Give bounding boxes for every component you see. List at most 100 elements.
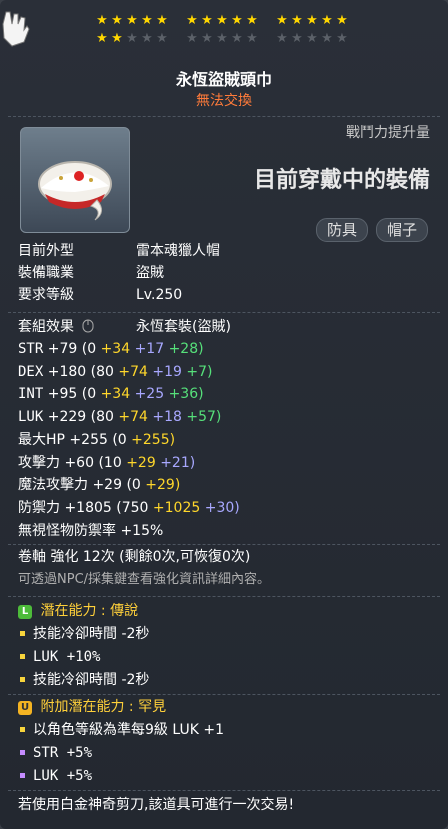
- star-filled-icon: ★: [141, 13, 154, 28]
- star-empty-icon: ★: [291, 31, 304, 46]
- scroll-hint: 可透過NPC/採集鍵查看強化資訊詳細內容。: [18, 572, 271, 587]
- stat-name: 防禦力: [18, 499, 60, 516]
- item-tooltip: ★ ★ ★ ★ ★ ★ ★ ★ ★ ★ ★ ★ ★ ★ ★ ★ ★ ★ ★ ★ ★ ★ ★ ★ ★ ★ ★ ★ ★ ★ 永恆盜賊頭巾 無…: [0, 0, 448, 829]
- stat-scroll: +29): [145, 477, 181, 494]
- star-empty-icon: ★: [141, 31, 154, 46]
- bullet-icon: [20, 749, 25, 755]
- combat-power-label: 戰鬥力提升量: [346, 125, 430, 141]
- stat-row: 無視怪物防禦率 +15%: [18, 522, 163, 540]
- stat-total: +180: [43, 363, 91, 380]
- info-value: Lv.250: [136, 287, 183, 303]
- hand-cursor-icon: [2, 11, 30, 47]
- star-filled-icon: ★: [156, 13, 169, 28]
- potential-title-row: L 潛在能力 : 傳說: [18, 602, 138, 620]
- stat-name: 最大HP: [18, 431, 65, 448]
- stat-row: 攻擊力 +60 (10 +29 +21): [18, 454, 195, 472]
- stat-base: (750: [116, 499, 153, 516]
- bullet-icon: [20, 772, 25, 778]
- stat-enhance: +19: [152, 363, 187, 380]
- stat-row: 防禦力 +1805 (750 +1025 +30): [18, 499, 240, 517]
- potential-line: 技能冷卻時間 -2秒: [18, 625, 149, 643]
- stat-total: +29: [88, 477, 127, 494]
- divider: [8, 596, 440, 597]
- divider: [8, 312, 440, 313]
- stat-enhance: +21): [160, 454, 196, 471]
- info-label: 裝備職業: [18, 265, 74, 281]
- star-filled-icon: ★: [216, 13, 229, 28]
- divider: [8, 790, 440, 791]
- stat-flame: +36): [168, 386, 204, 403]
- info-value: 盜賊: [136, 265, 164, 281]
- star-filled-icon: ★: [276, 13, 289, 28]
- star-empty-icon: ★: [321, 31, 334, 46]
- equipped-label: 目前穿戴中的裝備: [253, 168, 430, 193]
- star-empty-icon: ★: [246, 31, 259, 46]
- stat-row: LUK +229 (80 +74 +18 +57): [18, 408, 221, 426]
- additional-potential-line: LUK +5%: [18, 767, 92, 785]
- stat-row: DEX +180 (80 +74 +19 +7): [18, 363, 213, 381]
- additional-potential-line: 以角色等級為準每9級 LUK +1: [18, 721, 224, 739]
- unique-badge-icon: U: [18, 701, 32, 715]
- stat-scroll: +1025: [152, 499, 205, 516]
- legendary-badge-icon: L: [18, 605, 32, 619]
- stat-scroll: +74: [118, 363, 153, 380]
- stat-row: 最大HP +255 (0 +255): [18, 431, 175, 449]
- star-filled-icon: ★: [231, 13, 244, 28]
- stat-base: (0: [81, 386, 101, 403]
- star-empty-icon: ★: [186, 31, 199, 46]
- info-value: 雷本魂獵人帽: [136, 243, 220, 259]
- bullet-icon: [20, 726, 25, 732]
- info-label: 目前外型: [18, 243, 74, 259]
- potential-line: 技能冷卻時間 -2秒: [18, 671, 149, 689]
- mouse-icon: [82, 319, 94, 333]
- star-filled-icon: ★: [111, 31, 124, 46]
- stat-name: LUK: [18, 409, 44, 426]
- star-filled-icon: ★: [126, 13, 139, 28]
- info-label: 要求等級: [18, 287, 74, 303]
- divider: [8, 694, 440, 695]
- item-icon-frame: [20, 127, 130, 233]
- star-filled-icon: ★: [186, 13, 199, 28]
- stat-enhance: +18: [152, 409, 187, 426]
- star-empty-icon: ★: [276, 31, 289, 46]
- star-filled-icon: ★: [96, 13, 109, 28]
- stat-enhance: +17: [134, 341, 169, 357]
- stat-enhance: +25: [134, 386, 169, 403]
- stat-total: +79: [43, 341, 82, 357]
- info-row: 目前外型 雷本魂獵人帽: [18, 242, 220, 260]
- star-empty-icon: ★: [156, 31, 169, 46]
- stat-base: (0: [126, 477, 146, 494]
- stat-flame: +7): [186, 363, 213, 380]
- star-force: ★ ★ ★ ★ ★ ★ ★ ★ ★ ★ ★ ★ ★ ★ ★ ★ ★ ★ ★ ★ ★ ★ ★ ★ ★ ★ ★ ★ ★ ★: [95, 12, 350, 48]
- stat-enhance: +30): [204, 499, 240, 516]
- star-empty-icon: ★: [126, 31, 139, 46]
- divider: [8, 116, 440, 117]
- star-filled-icon: ★: [321, 13, 334, 28]
- tag-armor: 防具: [316, 218, 369, 242]
- stat-name: DEX: [18, 363, 44, 380]
- bandana-icon: [38, 161, 112, 221]
- star-filled-icon: ★: [111, 13, 124, 28]
- scroll-enhance: 卷軸 強化 12次 (剩餘0次,可恢復0次): [18, 549, 251, 565]
- bullet-icon: [20, 676, 25, 682]
- stat-row: 魔法攻擊力 +29 (0 +29): [18, 476, 180, 494]
- star-row-2: ★ ★ ★ ★ ★ ★ ★ ★ ★ ★ ★ ★ ★ ★ ★: [95, 30, 350, 48]
- stat-name: 魔法攻擊力: [18, 477, 88, 494]
- stat-scroll: +74: [118, 409, 153, 426]
- stat-total: +95: [43, 386, 82, 403]
- potential-line: LUK +10%: [18, 648, 100, 666]
- stat-total: +15%: [116, 522, 164, 539]
- stat-total: +1805: [60, 499, 117, 516]
- stat-base: (0: [81, 341, 101, 357]
- stat-base: (0: [112, 431, 132, 448]
- stat-base: (80: [90, 363, 119, 380]
- stat-name: 無視怪物防禦率: [18, 522, 116, 539]
- tag-hat: 帽子: [376, 218, 429, 242]
- bullet-icon: [20, 653, 25, 659]
- stat-total: +255: [64, 431, 113, 448]
- item-name: 永恆盜賊頭巾: [175, 70, 272, 89]
- star-filled-icon: ★: [96, 31, 109, 46]
- stat-row: STR +79 (0 +34 +17 +28): [18, 340, 204, 358]
- additional-potential-title: 附加潛在能力 : 罕見: [40, 699, 167, 715]
- set-effect-row: 套組效果 永恆套裝(盜賊): [18, 318, 231, 336]
